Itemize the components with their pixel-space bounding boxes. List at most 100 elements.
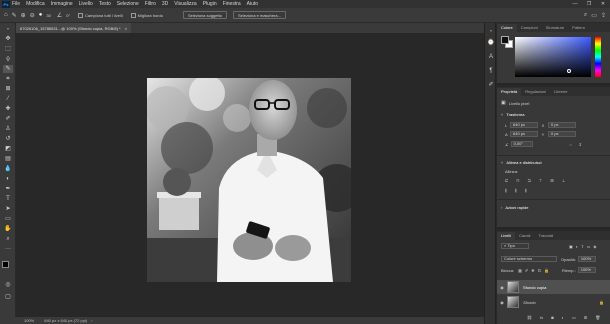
- select-subject-button[interactable]: Seleziona soggetto: [182, 11, 227, 19]
- menu-plugins[interactable]: Plugin: [203, 1, 217, 7]
- add-selection-icon[interactable]: ⊕: [21, 12, 26, 19]
- history-brush-tool-icon[interactable]: ↺: [3, 135, 13, 143]
- collapse-dock-icon[interactable]: «: [487, 27, 495, 35]
- subtract-selection-icon[interactable]: ⊖: [30, 12, 35, 19]
- menu-edit[interactable]: Modifica: [26, 1, 45, 7]
- brush-size[interactable]: 30: [46, 13, 50, 18]
- character-panel-icon[interactable]: A: [487, 53, 495, 61]
- hue-slider[interactable]: [595, 37, 601, 77]
- opacity-field[interactable]: 100%: [577, 256, 596, 262]
- layer-row[interactable]: ◉ Sfondo copia: [497, 280, 610, 294]
- height-field[interactable]: 640 px: [510, 131, 538, 137]
- visibility-eye-icon[interactable]: ◉: [497, 300, 507, 305]
- link-layers-icon[interactable]: ⛓: [527, 315, 532, 320]
- crop-tool-icon[interactable]: ⌗: [3, 75, 13, 83]
- distribute-2-icon[interactable]: ⫼: [515, 188, 517, 193]
- menu-image[interactable]: Immagine: [51, 1, 73, 7]
- close-window-button[interactable]: ✕: [596, 1, 610, 7]
- fill-field[interactable]: 100%: [577, 267, 596, 273]
- select-and-mask-button[interactable]: Seleziona e maschera...: [232, 11, 286, 19]
- minimize-button[interactable]: —: [568, 1, 582, 7]
- tab-librerie[interactable]: Librerie: [550, 88, 571, 96]
- adjustment-layer-icon[interactable]: ◐: [562, 315, 564, 320]
- visibility-eye-icon[interactable]: ◉: [497, 285, 507, 290]
- color-picker-cursor[interactable]: [567, 69, 571, 73]
- layer-name[interactable]: Sfondo: [523, 300, 536, 305]
- tab-livelli[interactable]: Livelli: [497, 232, 516, 240]
- brush-preview-icon[interactable]: ●: [39, 12, 43, 18]
- menu-help[interactable]: Aiuto: [247, 1, 258, 7]
- x-field[interactable]: 0 px: [548, 122, 576, 128]
- screen-mode-icon[interactable]: ▢: [3, 293, 13, 301]
- dodge-tool-icon[interactable]: ◐: [3, 175, 13, 183]
- share-icon[interactable]: ⇪: [601, 12, 606, 19]
- enhance-edge-checkbox[interactable]: [130, 12, 136, 18]
- lasso-tool-icon[interactable]: ϙ: [3, 55, 13, 63]
- status-arrow-icon[interactable]: ›: [91, 318, 92, 323]
- eraser-tool-icon[interactable]: ◩: [3, 145, 13, 153]
- layer-row[interactable]: ◉ Sfondo 🔒: [497, 295, 610, 309]
- zoom-level[interactable]: 100%: [24, 318, 34, 323]
- maximize-button[interactable]: ❐: [582, 1, 596, 7]
- tab-proprieta[interactable]: Proprietà: [497, 88, 522, 96]
- gradient-tool-icon[interactable]: ▤: [3, 155, 13, 163]
- pen-tool-icon[interactable]: ✒: [3, 185, 13, 193]
- menu-filter[interactable]: Filtro: [145, 1, 156, 7]
- collapse-icon[interactable]: »: [3, 25, 13, 33]
- width-field[interactable]: 640 px: [510, 122, 538, 128]
- zoom-tool-icon[interactable]: ⌕: [3, 235, 13, 243]
- more-tools-icon[interactable]: ···: [3, 245, 13, 253]
- add-mask-icon[interactable]: ◙: [551, 315, 553, 320]
- menu-layer[interactable]: Livello: [79, 1, 93, 7]
- blend-mode-select[interactable]: Colore schermo: [501, 256, 557, 262]
- tab-sfumature[interactable]: Sfumature: [542, 24, 568, 32]
- lock-icons[interactable]: ▦✐✥⊡🔒: [518, 268, 552, 273]
- layer-style-icon[interactable]: fx: [540, 315, 543, 320]
- document-image[interactable]: [147, 78, 351, 282]
- document-tab[interactable]: 67026106_15786531...@ 100% (Sfondo copia…: [16, 23, 131, 33]
- foreground-color-swatch[interactable]: [2, 261, 9, 268]
- align-hcenter-icon[interactable]: ⊓: [516, 178, 519, 183]
- tab-colore[interactable]: Colore: [497, 24, 517, 32]
- filter-icons[interactable]: ▣◐T▭◈: [569, 244, 600, 249]
- menu-view[interactable]: Visualizza: [174, 1, 196, 7]
- home-icon[interactable]: ⌂: [4, 12, 8, 18]
- eyedropper-tool-icon[interactable]: ⁄: [3, 95, 13, 103]
- align-vcenter-icon[interactable]: ⊞: [550, 178, 553, 183]
- expand-chevron-icon[interactable]: ›: [501, 205, 502, 210]
- brushes-panel-icon[interactable]: ✐: [487, 81, 495, 89]
- align-top-icon[interactable]: ⊤: [539, 178, 542, 183]
- quick-mask-icon[interactable]: ◎: [3, 281, 13, 289]
- rectangle-tool-icon[interactable]: ▭: [3, 215, 13, 223]
- workspace-icon[interactable]: ▭: [591, 12, 597, 19]
- quick-selection-tool-icon[interactable]: ✎: [3, 65, 13, 73]
- collapse-chevron-icon[interactable]: ˅: [501, 160, 503, 165]
- angle-field[interactable]: 0,00°: [510, 141, 533, 147]
- search-icon[interactable]: ⌕: [584, 12, 587, 19]
- quick-selection-icon[interactable]: ✎: [12, 12, 17, 19]
- layer-filter-kind[interactable]: ⌕ Tipo: [501, 243, 529, 249]
- tab-canali[interactable]: Canali: [515, 232, 534, 240]
- menu-type[interactable]: Testo: [99, 1, 111, 7]
- healing-brush-tool-icon[interactable]: ✚: [3, 105, 13, 113]
- close-tab-icon[interactable]: ×: [125, 26, 127, 31]
- sample-all-checkbox[interactable]: [78, 12, 84, 18]
- menu-file[interactable]: File: [12, 1, 20, 7]
- layer-name[interactable]: Sfondo copia: [523, 285, 546, 290]
- clone-stamp-tool-icon[interactable]: ♙: [3, 125, 13, 133]
- type-tool-icon[interactable]: T: [3, 195, 13, 203]
- menu-window[interactable]: Finestra: [223, 1, 241, 7]
- move-tool-icon[interactable]: ✥: [3, 35, 13, 43]
- distribute-3-icon[interactable]: ⫼: [525, 188, 527, 193]
- y-field[interactable]: 0 px: [548, 131, 576, 137]
- blur-tool-icon[interactable]: 💧: [3, 165, 13, 173]
- align-right-icon[interactable]: ⊐: [527, 178, 530, 183]
- distribute-1-icon[interactable]: ⫼: [505, 188, 507, 193]
- hand-tool-icon[interactable]: ✋: [3, 225, 13, 233]
- flip-vertical-icon[interactable]: ⇕: [579, 142, 582, 147]
- frame-tool-icon[interactable]: ⊠: [3, 85, 13, 93]
- tab-pattern[interactable]: Pattern: [568, 24, 589, 32]
- delete-layer-icon[interactable]: 🗑: [595, 315, 600, 320]
- align-bottom-icon[interactable]: ⊥: [562, 178, 565, 183]
- marquee-tool-icon[interactable]: ⬚: [3, 45, 13, 53]
